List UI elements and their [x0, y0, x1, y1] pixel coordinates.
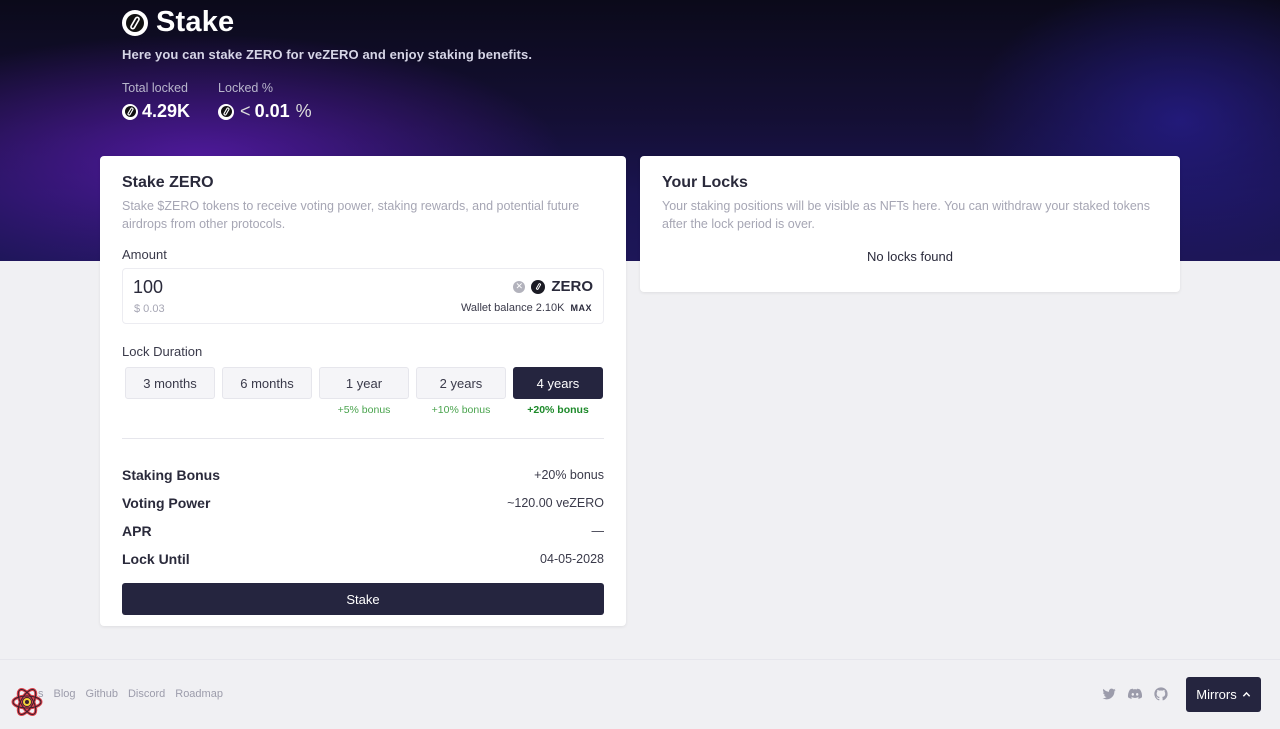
duration-bonus: +10% bonus: [431, 404, 491, 416]
mirrors-button[interactable]: Mirrors: [1186, 677, 1261, 712]
stat-label: Locked %: [218, 81, 273, 95]
page-subtitle: Here you can stake ZERO for veZERO and e…: [122, 47, 533, 62]
twitter-icon[interactable]: [1101, 686, 1117, 702]
duration-bonus: +5% bonus: [337, 404, 391, 416]
title-row: Stake: [122, 6, 532, 39]
stat-total-locked: Total locked 4.29K: [122, 81, 190, 122]
footer-link-blog[interactable]: Blog: [54, 688, 76, 700]
mirrors-label: Mirrors: [1196, 687, 1237, 702]
max-button[interactable]: MAX: [571, 303, 593, 313]
summary-label: Lock Until: [122, 551, 190, 567]
summary-label: APR: [122, 523, 152, 539]
locks-card-title: Your Locks: [662, 174, 748, 191]
amount-label: Amount: [122, 247, 167, 262]
summary-row-staking-bonus: Staking Bonus +20% bonus: [122, 461, 604, 489]
amount-field: $ 0.03 ✕ ZERO Wallet balance 2.10K MAX: [122, 268, 604, 324]
duration-option: 3 months: [125, 367, 215, 418]
footer-link-docs[interactable]: s: [38, 688, 44, 700]
footer-links: s Blog Github Discord Roadmap: [38, 688, 223, 700]
zero-logo-icon: [122, 9, 148, 36]
stat-suffix: %: [295, 101, 312, 121]
duration-4-years-button[interactable]: 4 years: [513, 367, 603, 399]
footer-link-github[interactable]: Github: [86, 688, 118, 700]
footer-link-discord[interactable]: Discord: [128, 688, 165, 700]
duration-2-years-button[interactable]: 2 years: [416, 367, 506, 399]
wallet-balance-row: Wallet balance 2.10K MAX: [461, 302, 592, 314]
summary-label: Voting Power: [122, 495, 211, 511]
stake-card-title: Stake ZERO: [122, 174, 214, 191]
summary-row-lock-until: Lock Until 04-05-2028: [122, 545, 604, 573]
duration-option: 2 years +10% bonus: [416, 367, 506, 418]
divider: [122, 438, 604, 439]
stat-locked-pct: Locked % < 0.01 %: [218, 81, 312, 122]
amount-usd-value: $ 0.03: [134, 303, 165, 315]
stats-row: Total locked 4.29K Locked % < 0.01 %: [122, 81, 532, 122]
summary-row-voting-power: Voting Power ~120.00 veZERO: [122, 489, 604, 517]
summary-value: +20% bonus: [534, 468, 604, 482]
summary-value: —: [591, 524, 605, 538]
github-icon[interactable]: [1153, 686, 1169, 702]
summary-row-apr: APR —: [122, 517, 604, 545]
stake-card-description: Stake $ZERO tokens to receive voting pow…: [122, 199, 580, 231]
lock-duration-options: 3 months 6 months 1 year +5% bonus 2 yea…: [122, 367, 604, 418]
footer-divider: [0, 659, 1280, 660]
zero-token-icon: [122, 103, 138, 120]
token-name: ZERO: [551, 278, 593, 295]
duration-bonus: +20% bonus: [527, 404, 589, 416]
wallet-balance: Wallet balance 2.10K: [460, 302, 565, 314]
stake-card: Stake ZERO Stake $ZERO tokens to receive…: [100, 156, 626, 626]
duration-3-months-button[interactable]: 3 months: [125, 367, 215, 399]
stat-value: 0.01: [254, 101, 290, 121]
duration-1-year-button[interactable]: 1 year: [319, 367, 409, 399]
zero-token-icon: [218, 103, 235, 120]
stake-button[interactable]: Stake: [122, 583, 604, 615]
amount-input[interactable]: [133, 277, 433, 298]
lock-duration-label: Lock Duration: [122, 344, 203, 359]
locks-card-description: Your staking positions will be visible a…: [662, 199, 1150, 231]
summary-label: Staking Bonus: [122, 467, 221, 483]
empty-state-text: No locks found: [867, 249, 953, 264]
stat-value: 4.29K: [142, 101, 191, 121]
zero-token-icon: [531, 279, 546, 294]
token-selector: ✕ ZERO: [513, 278, 593, 295]
stat-prefix: <: [240, 101, 251, 121]
summary-value: 04-05-2028: [540, 552, 604, 566]
hero-content: Stake Here you can stake ZERO for veZERO…: [122, 6, 532, 122]
page-title: Stake: [156, 6, 235, 38]
stat-value-row: 4.29K: [122, 101, 190, 122]
discord-icon[interactable]: [1127, 686, 1143, 702]
clear-icon[interactable]: ✕: [513, 280, 526, 293]
locks-card: Your Locks Your staking positions will b…: [640, 156, 1180, 292]
duration-6-months-button[interactable]: 6 months: [222, 367, 312, 399]
stake-summary: Staking Bonus +20% bonus Voting Power ~1…: [122, 461, 604, 573]
footer-link-roadmap[interactable]: Roadmap: [175, 688, 223, 700]
duration-option: 4 years +20% bonus: [513, 367, 603, 418]
summary-value: ~120.00 veZERO: [507, 496, 604, 510]
stat-label: Total locked: [122, 81, 189, 95]
stat-value-row: < 0.01 %: [218, 101, 312, 122]
chevron-up-icon: [1242, 691, 1250, 697]
duration-option: 1 year +5% bonus: [319, 367, 409, 418]
duration-option: 6 months: [222, 367, 312, 418]
